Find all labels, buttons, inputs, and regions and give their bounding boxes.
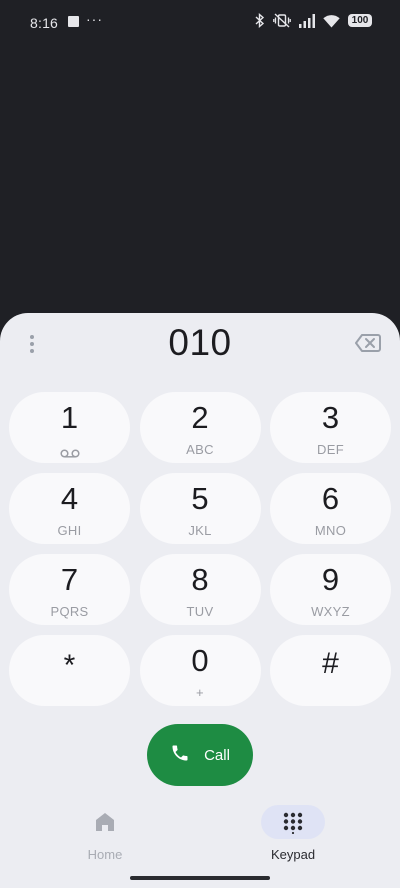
key-letters: JKL <box>188 523 212 538</box>
status-more-dots: ··· <box>86 11 103 27</box>
gesture-bar[interactable] <box>130 876 270 880</box>
key-letters: + <box>196 685 204 700</box>
bottom-navigation: Home Keypad <box>0 805 400 875</box>
key-digit: # <box>322 647 339 680</box>
key-digit: 6 <box>321 481 340 516</box>
dialer-sheet: 010 1 2 ABC 3 DEF 4 GHI 5 JKL 6 MNO 7 PQ… <box>0 313 400 888</box>
nav-keypad[interactable]: Keypad <box>233 805 353 875</box>
battery-icon: 100 <box>348 14 372 27</box>
dialpad-icon <box>283 812 303 839</box>
key-digit: 7 <box>60 562 79 597</box>
key-digit: 5 <box>191 481 209 516</box>
nav-keypad-label: Keypad <box>270 847 316 862</box>
backspace-icon[interactable] <box>355 333 381 353</box>
key-hash[interactable]: # <box>270 635 391 706</box>
key-letters: WXYZ <box>311 604 350 619</box>
key-digit: 8 <box>191 562 209 597</box>
key-4[interactable]: 4 GHI <box>9 473 130 544</box>
status-bar: 8:16 ··· 100 <box>0 0 400 44</box>
nav-home-label: Home <box>87 847 123 862</box>
voicemail-icon <box>59 445 80 463</box>
key-digit: 1 <box>60 400 79 435</box>
key-7[interactable]: 7 PQRS <box>9 554 130 625</box>
key-3[interactable]: 3 DEF <box>270 392 391 463</box>
dialed-number: 010 <box>168 322 232 363</box>
key-0[interactable]: 0 + <box>139 635 261 706</box>
status-icons: 100 <box>255 13 372 28</box>
call-button[interactable]: Call <box>147 724 253 786</box>
key-letters: DEF <box>317 442 344 457</box>
key-digit: 2 <box>191 400 209 435</box>
key-digit: 4 <box>60 481 79 516</box>
vibrate-icon <box>273 13 291 28</box>
key-digit: * <box>63 649 76 682</box>
nav-home[interactable]: Home <box>45 805 165 875</box>
key-8[interactable]: 8 TUV <box>139 554 261 625</box>
key-1[interactable]: 1 <box>9 392 130 463</box>
key-digit: 9 <box>321 562 340 597</box>
key-letters: TUV <box>186 604 214 619</box>
home-icon <box>94 812 116 837</box>
key-5[interactable]: 5 JKL <box>139 473 261 544</box>
phone-icon <box>170 743 190 768</box>
key-letters: PQRS <box>50 604 89 619</box>
key-digit: 0 <box>191 643 209 678</box>
key-letters: GHI <box>57 523 82 538</box>
key-star[interactable]: * <box>9 635 130 706</box>
key-letters: ABC <box>186 442 214 457</box>
battery-level: 100 <box>351 15 369 26</box>
wifi-icon <box>323 14 340 28</box>
key-letters: MNO <box>314 523 347 538</box>
keypad-grid: 1 2 ABC 3 DEF 4 GHI 5 JKL 6 MNO 7 PQRS 8… <box>9 392 391 706</box>
key-9[interactable]: 9 WXYZ <box>270 554 391 625</box>
key-6[interactable]: 6 MNO <box>270 473 391 544</box>
signal-icon <box>299 13 315 28</box>
bluetooth-icon <box>255 13 265 28</box>
status-time: 8:16 <box>30 15 59 31</box>
key-2[interactable]: 2 ABC <box>139 392 261 463</box>
key-digit: 3 <box>321 400 340 435</box>
notification-square-icon <box>68 16 79 27</box>
call-label: Call <box>204 746 230 764</box>
